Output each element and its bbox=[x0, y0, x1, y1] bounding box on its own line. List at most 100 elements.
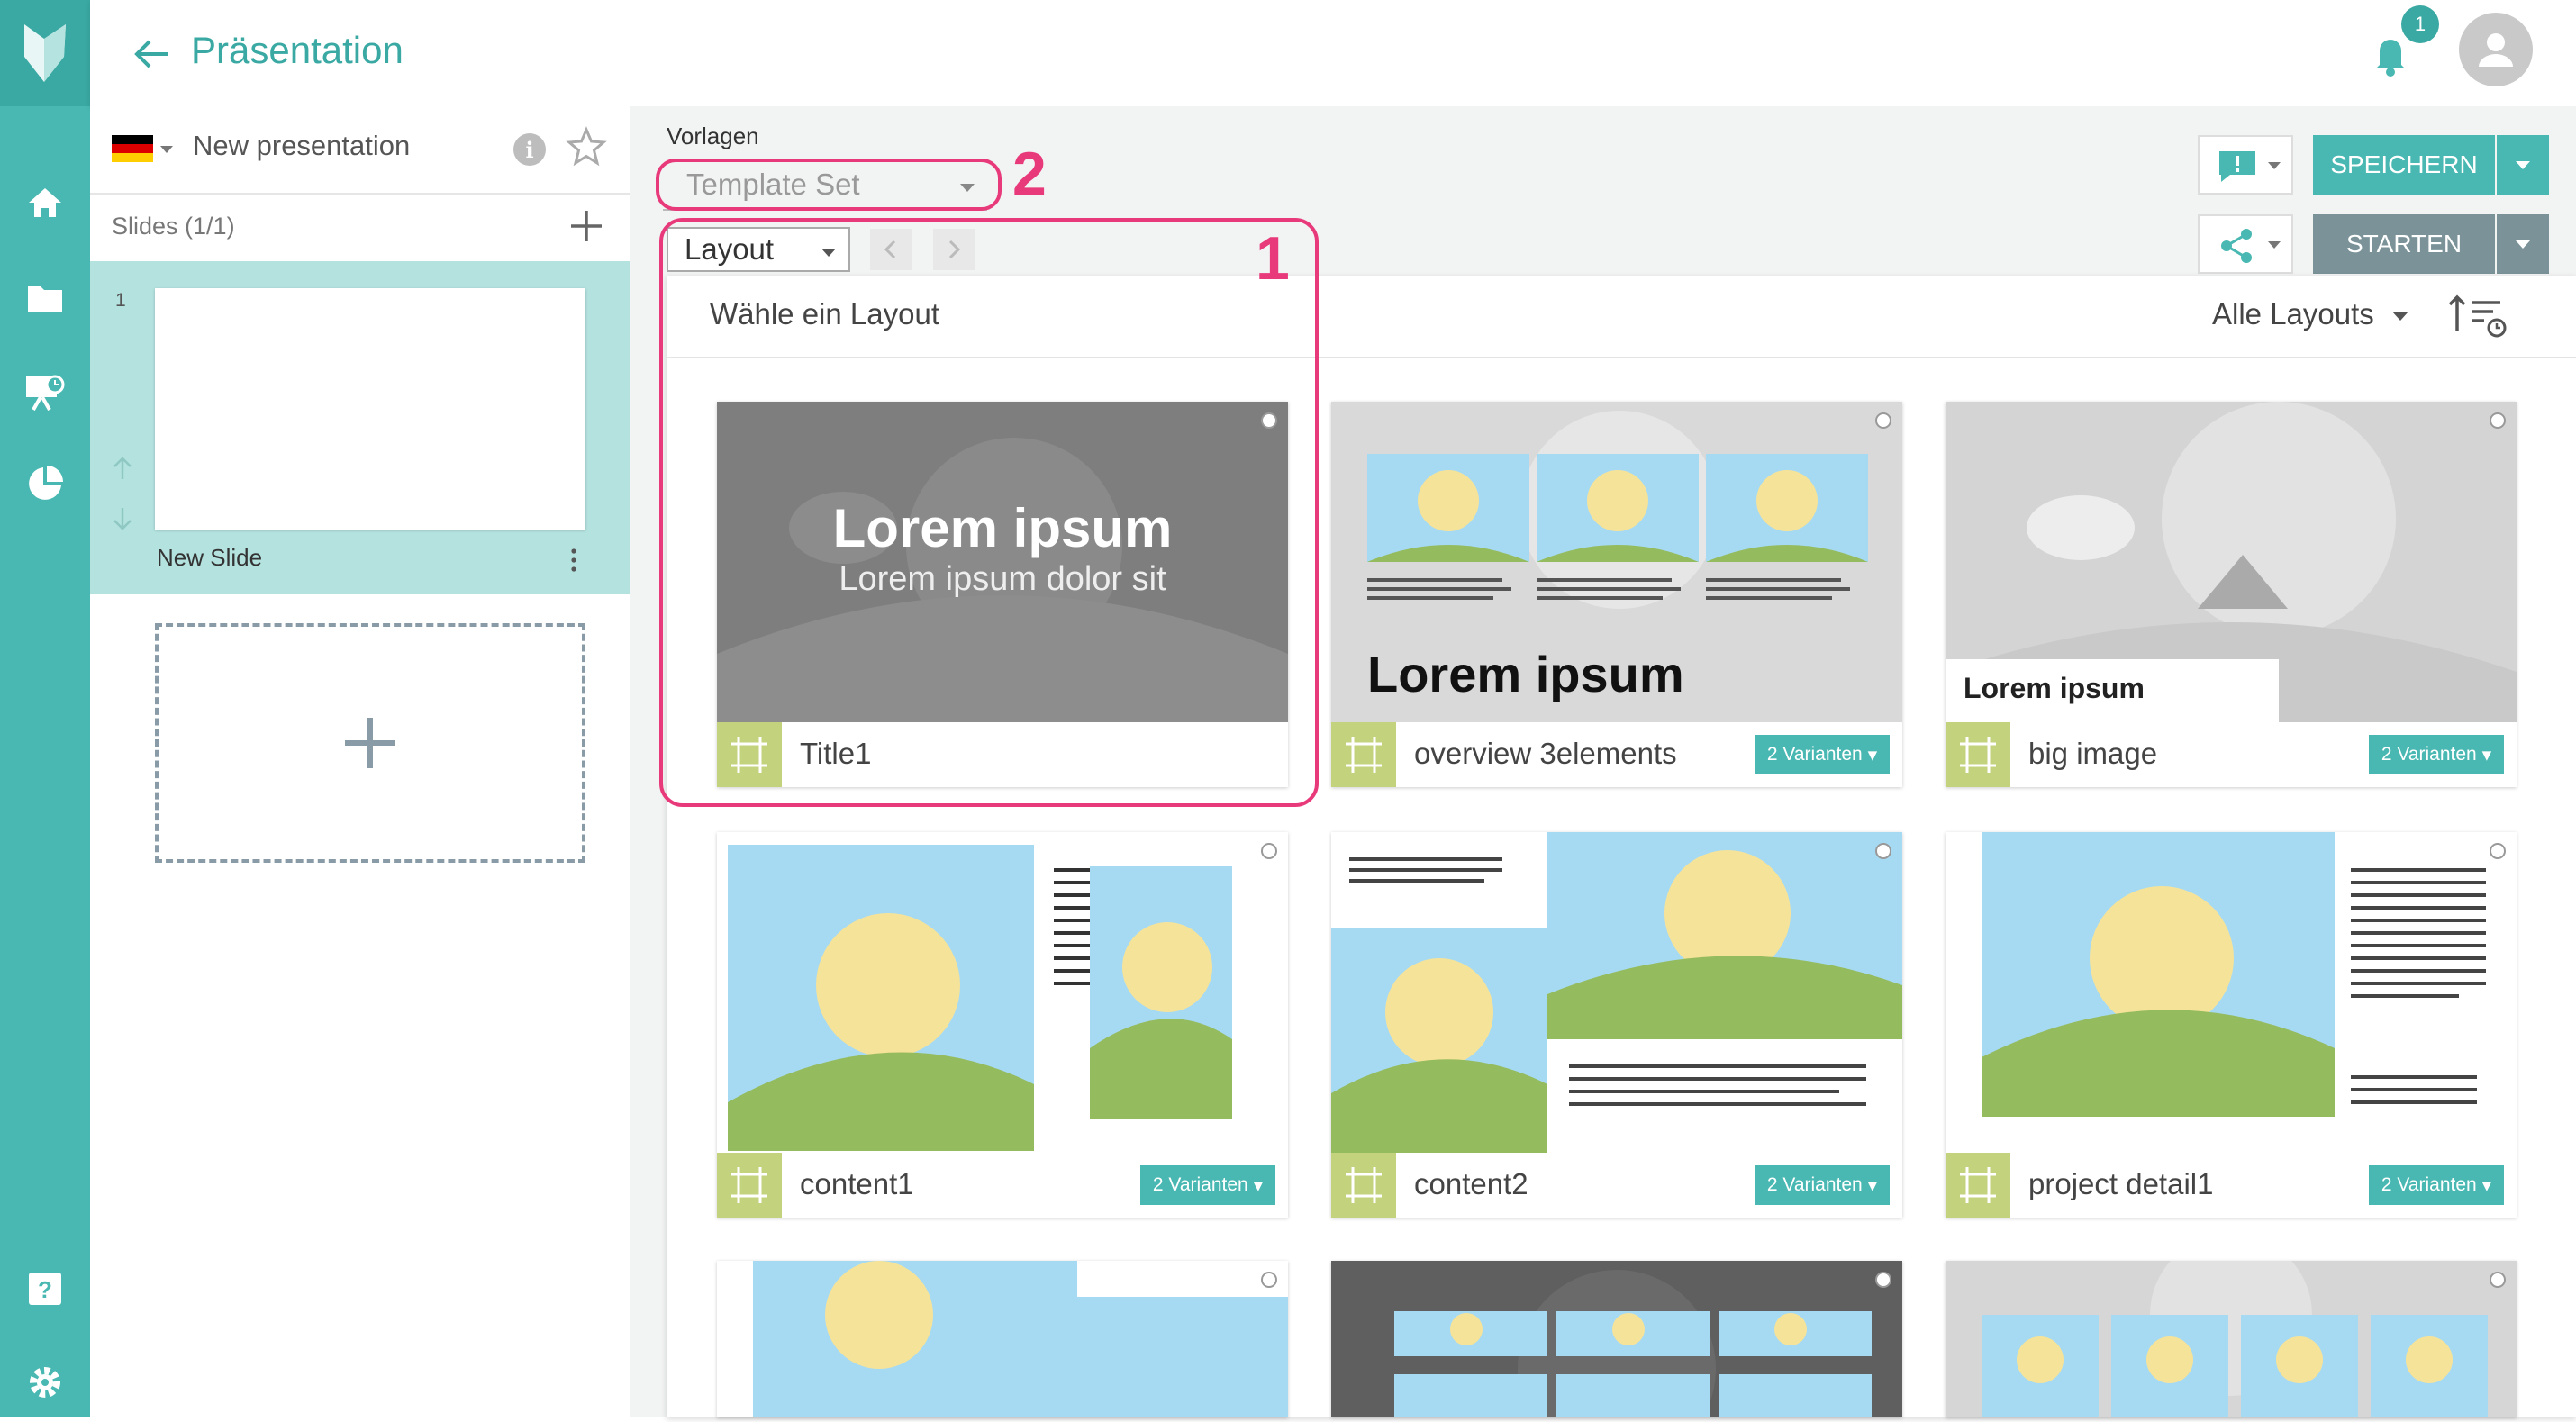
share-icon bbox=[2221, 229, 2252, 263]
variants-button[interactable]: 2 Varianten ▾ bbox=[1755, 735, 1890, 774]
variants-button[interactable]: 2 Varianten ▾ bbox=[1755, 1165, 1890, 1205]
layout-card[interactable]: content2 2 Varianten ▾ bbox=[1331, 832, 1902, 1218]
slides-count-label: Slides (1/1) bbox=[112, 213, 235, 240]
logo-icon[interactable] bbox=[0, 0, 90, 106]
info-icon[interactable]: i bbox=[513, 133, 546, 166]
plus-icon bbox=[345, 718, 395, 768]
layout-card[interactable] bbox=[1331, 1261, 1902, 1422]
layout-name: content2 bbox=[1414, 1167, 1528, 1200]
variants-label: 2 Varianten bbox=[2381, 1174, 2477, 1195]
layout-card-footer: big image 2 Varianten ▾ bbox=[1946, 722, 2517, 787]
comment-alert-icon bbox=[2219, 151, 2255, 182]
feedback-button[interactable] bbox=[2198, 135, 2293, 195]
vorlagen-label: Vorlagen bbox=[667, 122, 759, 149]
annotation-box-2 bbox=[656, 159, 1002, 211]
layout-name: content1 bbox=[800, 1167, 914, 1200]
page-title: Präsentation bbox=[191, 29, 404, 71]
layout-card[interactable] bbox=[1946, 1234, 2517, 1417]
layout-card-footer: overview 3elements 2 Varianten ▾ bbox=[1331, 722, 1902, 787]
start-button[interactable]: STARTEN bbox=[2313, 214, 2495, 274]
variants-label: 2 Varianten bbox=[1766, 744, 1863, 765]
share-dropdown-arrow-icon bbox=[2268, 241, 2281, 249]
variants-label: 2 Varianten bbox=[1152, 1174, 1248, 1195]
layout-radio[interactable] bbox=[2490, 1272, 2506, 1288]
folder-icon[interactable] bbox=[0, 267, 90, 330]
layout-radio[interactable] bbox=[1261, 1272, 1277, 1288]
layout-grid-icon bbox=[1946, 1153, 2010, 1218]
layout-card-footer: project detail1 2 Varianten ▾ bbox=[1946, 1153, 2517, 1218]
variants-button[interactable]: 2 Varianten ▾ bbox=[2369, 735, 2504, 774]
layout-radio[interactable] bbox=[2490, 412, 2506, 429]
avatar[interactable] bbox=[2459, 13, 2533, 86]
layout-thumbnail bbox=[753, 1261, 1288, 1417]
layout-card[interactable] bbox=[717, 1261, 1288, 1417]
top-header bbox=[90, 0, 2576, 106]
share-button[interactable] bbox=[2198, 214, 2293, 274]
layout-grid-icon bbox=[1331, 1153, 1396, 1218]
annotation-number-2: 2 bbox=[1012, 140, 1047, 208]
layout-thumbnail: Lorem ipsum bbox=[1946, 402, 2517, 722]
add-slide-plus-icon[interactable] bbox=[566, 205, 607, 247]
layout-card-footer: content1 2 Varianten ▾ bbox=[717, 1153, 1288, 1218]
flag-germany-icon[interactable] bbox=[112, 135, 153, 162]
layout-grid-icon bbox=[1946, 722, 2010, 787]
layout-card-footer: content2 2 Varianten ▾ bbox=[1331, 1153, 1902, 1218]
layout-thumbnail bbox=[1982, 1234, 2488, 1417]
annotation-number-1: 1 bbox=[1256, 224, 1290, 293]
layout-thumbnail: Lorem ipsum bbox=[1331, 402, 1902, 722]
back-arrow-icon[interactable] bbox=[126, 29, 177, 79]
start-dropdown-button[interactable] bbox=[2497, 214, 2549, 274]
icon-rail: ? bbox=[0, 0, 90, 1417]
layout-radio[interactable] bbox=[1875, 843, 1891, 859]
layout-name: project detail1 bbox=[2028, 1167, 2214, 1200]
sort-icon[interactable] bbox=[2446, 290, 2509, 340]
variants-button[interactable]: 2 Varianten ▾ bbox=[1140, 1165, 1275, 1205]
thumb-title: Lorem ipsum bbox=[1367, 646, 1684, 702]
more-vertical-icon[interactable] bbox=[558, 544, 589, 576]
move-down-arrow-icon[interactable] bbox=[108, 504, 137, 533]
chevron-down-icon bbox=[2516, 160, 2530, 169]
layout-thumbnail bbox=[1394, 1270, 1872, 1422]
move-up-arrow-icon[interactable] bbox=[108, 454, 137, 483]
layout-thumbnail bbox=[1946, 832, 2517, 1153]
presentation-icon[interactable] bbox=[0, 360, 90, 423]
layout-card[interactable]: project detail1 2 Varianten ▾ bbox=[1946, 832, 2517, 1218]
chart-pie-icon[interactable] bbox=[0, 452, 90, 515]
layout-name: big image bbox=[2028, 737, 2158, 770]
layout-radio[interactable] bbox=[1875, 1272, 1891, 1288]
language-dropdown-arrow-icon[interactable] bbox=[160, 146, 173, 153]
layout-radio[interactable] bbox=[2490, 843, 2506, 859]
star-icon[interactable] bbox=[566, 126, 607, 168]
save-dropdown-button[interactable] bbox=[2497, 135, 2549, 195]
save-button[interactable]: SPEICHERN bbox=[2313, 135, 2495, 195]
home-icon[interactable] bbox=[0, 171, 90, 234]
layout-grid-icon bbox=[1331, 722, 1396, 787]
layout-filter-arrow-icon[interactable] bbox=[2392, 312, 2408, 321]
slide-name: New Slide bbox=[157, 544, 263, 571]
add-slide-button[interactable] bbox=[155, 623, 585, 863]
layout-grid-icon bbox=[717, 1153, 782, 1218]
help-icon[interactable]: ? bbox=[0, 1257, 90, 1320]
layout-card[interactable]: content1 2 Varianten ▾ bbox=[717, 832, 1288, 1218]
layout-thumbnail bbox=[717, 832, 1288, 1153]
settings-icon[interactable] bbox=[0, 1351, 90, 1414]
variants-button[interactable]: 2 Varianten ▾ bbox=[2369, 1165, 2504, 1205]
notification-badge: 1 bbox=[2401, 5, 2439, 43]
layout-filter-select[interactable]: Alle Layouts bbox=[2212, 297, 2374, 331]
layout-card[interactable]: Lorem ipsum big image 2 Varianten ▾ bbox=[1946, 402, 2517, 787]
variants-label: 2 Varianten bbox=[1766, 1174, 1863, 1195]
slide-number: 1 bbox=[115, 290, 126, 311]
variants-label: 2 Varianten bbox=[2381, 744, 2477, 765]
layout-radio[interactable] bbox=[1875, 412, 1891, 429]
chevron-down-icon bbox=[2516, 240, 2530, 249]
slide-thumbnail[interactable] bbox=[155, 288, 585, 530]
svg-text:?: ? bbox=[38, 1276, 52, 1303]
feedback-dropdown-arrow-icon bbox=[2268, 162, 2281, 169]
layout-radio[interactable] bbox=[1261, 843, 1277, 859]
layout-thumbnail bbox=[1331, 832, 1902, 1153]
thumb-title: Lorem ipsum bbox=[1964, 672, 2145, 704]
layout-card[interactable]: Lorem ipsum overview 3elements 2 Variant… bbox=[1331, 402, 1902, 787]
layout-name: overview 3elements bbox=[1414, 737, 1677, 770]
presentation-name[interactable]: New presentation bbox=[193, 130, 410, 162]
annotation-box-1 bbox=[659, 218, 1319, 807]
